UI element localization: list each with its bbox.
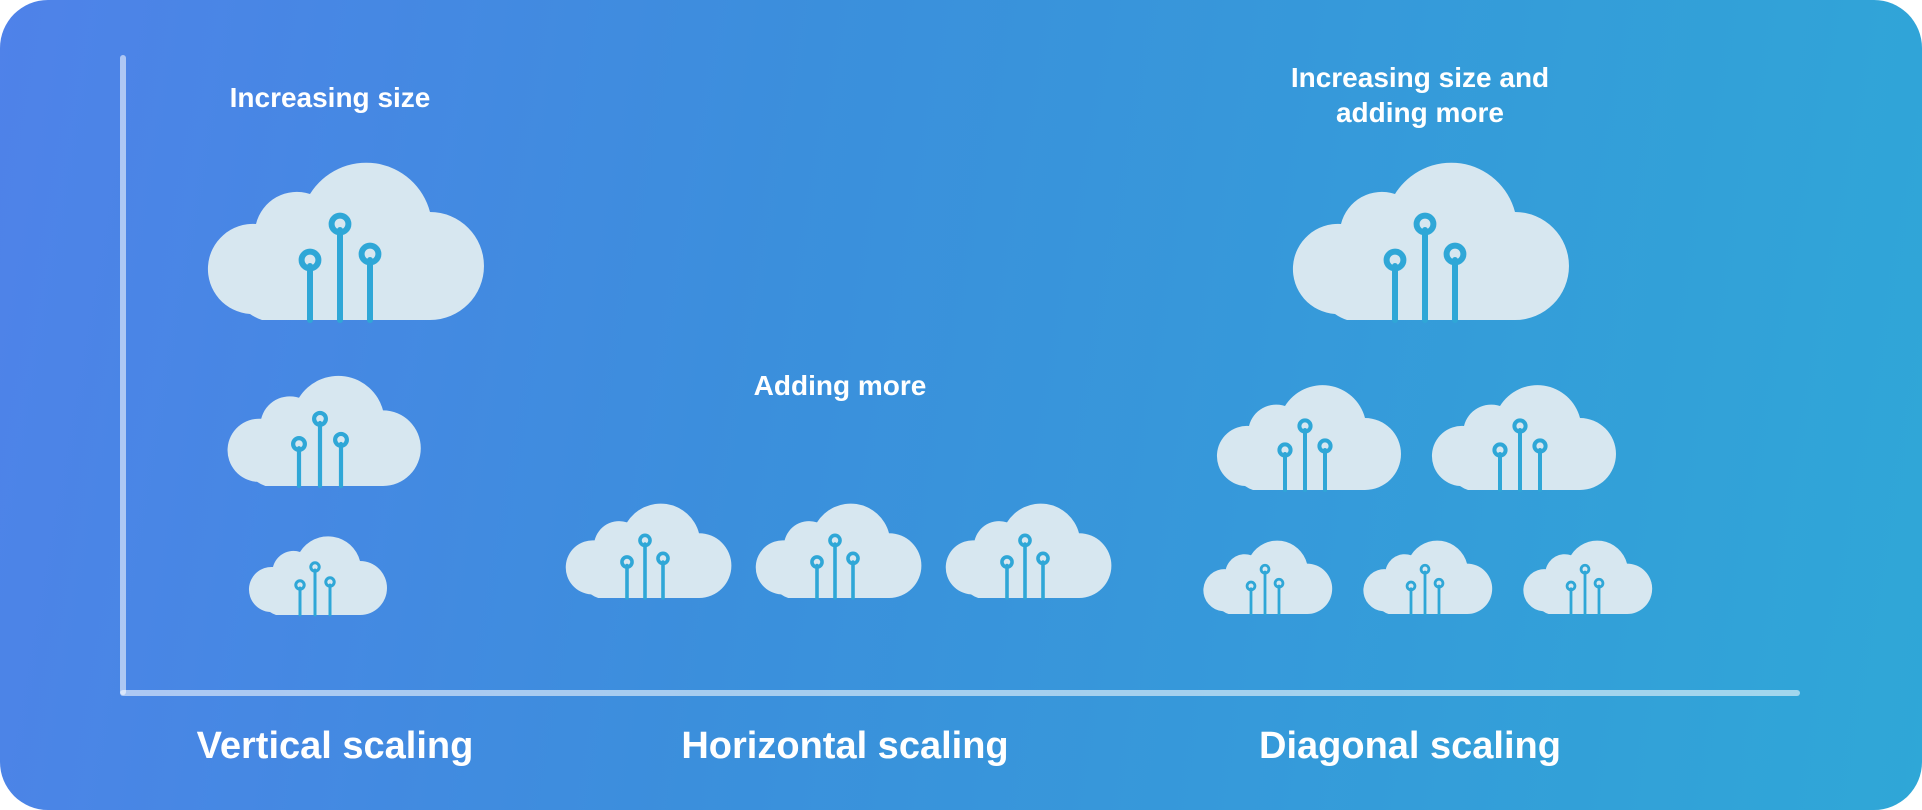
category-label-vertical: Vertical scaling — [135, 725, 535, 768]
cloud-icon — [190, 140, 490, 335]
cloud-icon — [1355, 530, 1495, 621]
cloud-icon — [1515, 530, 1655, 621]
heading-vertical: Increasing size — [200, 80, 460, 115]
cloud-icon — [555, 490, 735, 607]
cloud-icon — [1205, 370, 1405, 500]
x-axis — [120, 690, 1800, 696]
cloud-icon — [240, 525, 390, 623]
cloud-icon — [1195, 530, 1335, 621]
cloud-icon — [745, 490, 925, 607]
category-label-horizontal: Horizontal scaling — [635, 725, 1055, 768]
heading-horizontal: Adding more — [720, 368, 960, 403]
category-label-diagonal: Diagonal scaling — [1200, 725, 1620, 768]
cloud-icon — [1275, 140, 1575, 335]
cloud-icon — [1420, 370, 1620, 500]
cloud-icon — [215, 360, 425, 497]
scaling-diagram-canvas: Increasing size Adding more Increasing s… — [0, 0, 1922, 810]
y-axis — [120, 55, 126, 695]
cloud-icon — [935, 490, 1115, 607]
heading-diagonal: Increasing size and adding more — [1210, 60, 1630, 130]
